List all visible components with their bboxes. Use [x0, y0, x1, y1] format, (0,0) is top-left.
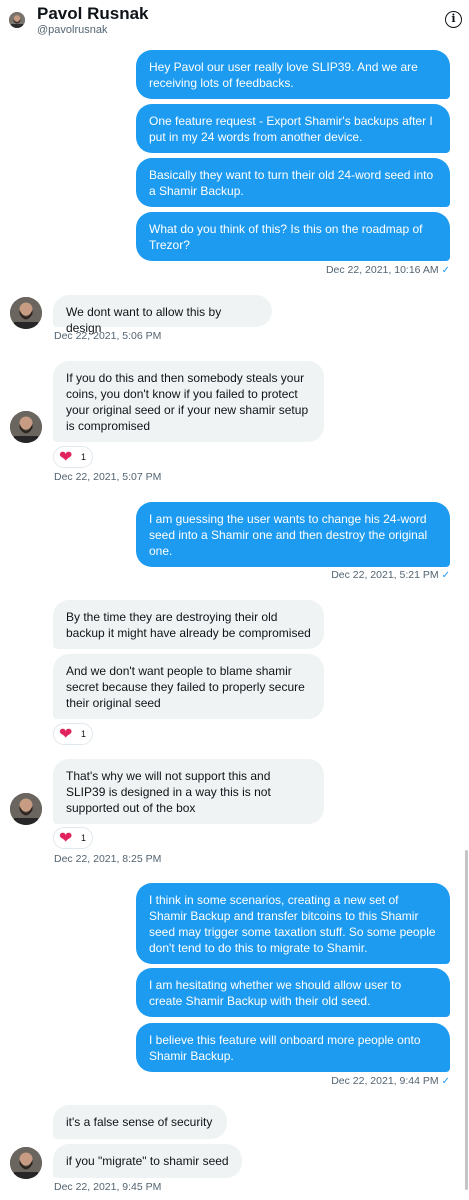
message-bubble-outgoing[interactable]: Basically they want to turn their old 24… [136, 158, 450, 207]
reaction-badge[interactable]: ❤ 1 [53, 446, 93, 468]
timestamp-text: Dec 22, 2021, 5:21 PM [331, 569, 439, 581]
scrollbar[interactable] [465, 850, 468, 1190]
read-check-icon: ✓ [441, 1076, 450, 1087]
message-timestamp: Dec 22, 2021, 5:21 PM ✓ [331, 569, 450, 581]
message-bubble-outgoing[interactable]: I think in some scenarios, creating a ne… [136, 883, 450, 964]
message-bubble-incoming[interactable]: And we don't want people to blame shamir… [53, 654, 324, 719]
read-check-icon: ✓ [441, 265, 450, 276]
message-bubble-outgoing[interactable]: What do you think of this? Is this on th… [136, 212, 450, 261]
timestamp-text: Dec 22, 2021, 10:16 AM [325, 264, 439, 276]
reaction-badge[interactable]: ❤ 1 [53, 723, 93, 745]
message-timestamp: Dec 22, 2021, 9:45 PM [54, 1181, 162, 1193]
conversation-header: Pavol Rusnak @pavolrusnak i [0, 0, 469, 44]
header-avatar[interactable] [9, 12, 25, 28]
heart-icon: ❤ [59, 449, 73, 466]
message-bubble-outgoing[interactable]: I believe this feature will onboard more… [136, 1023, 450, 1072]
message-bubble-incoming[interactable]: it's a false sense of security [53, 1105, 227, 1139]
message-timestamp: Dec 22, 2021, 10:16 AM ✓ [326, 264, 450, 276]
avatar[interactable] [10, 411, 42, 443]
message-bubble-incoming[interactable]: That's why we will not support this and … [53, 759, 324, 824]
heart-icon: ❤ [59, 830, 73, 847]
timestamp-text: Dec 22, 2021, 9:44 PM [331, 1075, 439, 1087]
read-check-icon: ✓ [441, 570, 450, 581]
avatar[interactable] [10, 1147, 42, 1179]
reaction-count: 1 [81, 452, 87, 462]
message-timestamp: Dec 22, 2021, 9:44 PM ✓ [331, 1075, 450, 1087]
contact-name[interactable]: Pavol Rusnak [37, 4, 149, 24]
message-bubble-incoming[interactable]: if you "migrate" to shamir seed [53, 1144, 242, 1178]
message-timestamp: Dec 22, 2021, 8:25 PM [54, 853, 162, 865]
message-timestamp: Dec 22, 2021, 5:06 PM [54, 330, 162, 342]
reaction-count: 1 [81, 833, 87, 843]
reaction-count: 1 [81, 729, 87, 739]
message-bubble-outgoing[interactable]: I am guessing the user wants to change h… [136, 502, 450, 567]
message-bubble-incoming[interactable]: If you do this and then somebody steals … [53, 361, 324, 442]
heart-icon: ❤ [59, 726, 73, 743]
message-bubble-outgoing[interactable]: One feature request - Export Shamir's ba… [136, 104, 450, 153]
message-bubble-outgoing[interactable]: I am hesitating whether we should allow … [136, 968, 450, 1017]
message-timestamp: Dec 22, 2021, 5:07 PM [54, 471, 162, 483]
reaction-badge[interactable]: ❤ 1 [53, 827, 93, 849]
message-bubble-outgoing[interactable]: Hey Pavol our user really love SLIP39. A… [136, 50, 450, 99]
avatar[interactable] [10, 297, 42, 329]
message-bubble-incoming[interactable]: By the time they are destroying their ol… [53, 600, 324, 649]
message-bubble-incoming[interactable]: We dont want to allow this by design [53, 295, 272, 335]
info-icon[interactable]: i [445, 11, 462, 28]
contact-handle: @pavolrusnak [37, 24, 108, 36]
avatar[interactable] [10, 793, 42, 825]
